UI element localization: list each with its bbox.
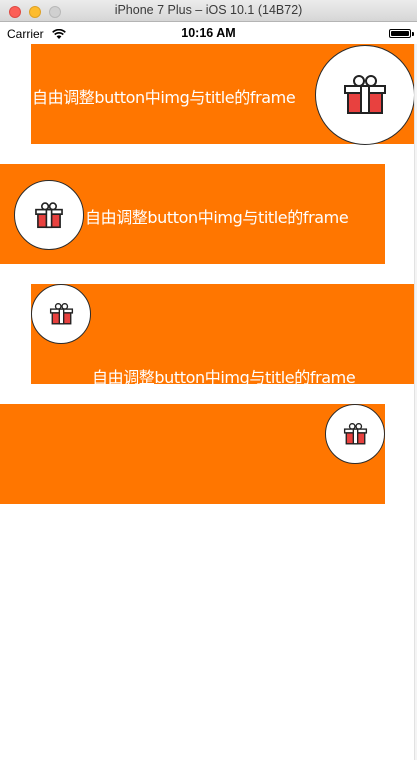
button-title: 自由调整button中img与title的frame	[92, 368, 356, 387]
gift-icon	[315, 45, 415, 145]
status-time: 10:16 AM	[181, 26, 236, 40]
gift-icon	[31, 284, 91, 344]
status-bar: Carrier 10:16 AM	[0, 22, 417, 44]
custom-button-3[interactable]: 自由调整button中img与title的frame	[31, 284, 417, 387]
button-title: 自由调整button中img与title的frame	[32, 88, 296, 107]
gift-icon	[14, 180, 84, 250]
battery-icon	[389, 29, 414, 38]
gift-icon	[325, 404, 385, 464]
window-title: iPhone 7 Plus – iOS 10.1 (14B72)	[114, 3, 303, 17]
button-title: 自由调整button中img与title的frame	[85, 208, 349, 227]
custom-button-1[interactable]: 自由调整button中img与title的frame	[31, 44, 417, 145]
simulator-titlebar: iPhone 7 Plus – iOS 10.1 (14B72)	[0, 0, 417, 22]
custom-button-2[interactable]: 自由调整button中img与title的frame	[0, 164, 385, 264]
custom-button-4[interactable]	[0, 404, 385, 504]
